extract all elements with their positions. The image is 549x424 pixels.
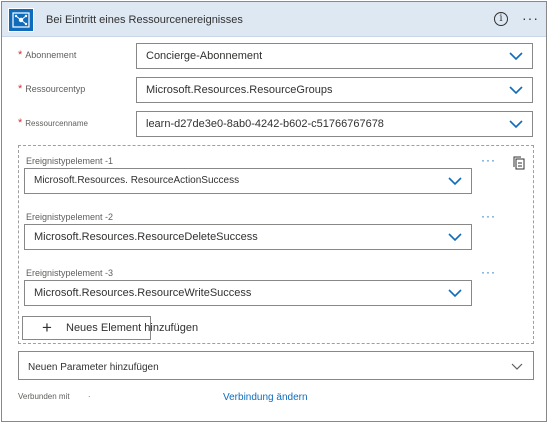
required-marker: *: [18, 83, 23, 95]
subscription-select[interactable]: Concierge-Abonnement: [136, 43, 533, 69]
chevron-down-icon: [509, 86, 523, 95]
trigger-card: Bei Eintritt eines Ressourcenereignisses…: [1, 1, 547, 422]
info-icon[interactable]: i: [494, 12, 508, 26]
event-item-value-1: Microsoft.Resources. ResourceActionSucce…: [34, 175, 240, 186]
event-item-select-2[interactable]: Microsoft.Resources.ResourceDeleteSucces…: [24, 224, 472, 250]
add-parameter-label: Neuen Parameter hinzufügen: [28, 362, 159, 373]
resource-type-value: Microsoft.Resources.ResourceGroups: [146, 84, 333, 96]
subscription-value: Concierge-Abonnement: [146, 50, 263, 62]
more-options-icon[interactable]: ···: [522, 10, 539, 26]
subscription-label: * Abonnement: [18, 49, 77, 61]
event-item-label-2: Ereignistypelement -2: [26, 212, 114, 222]
add-new-item-label: Neues Element hinzufügen: [66, 322, 199, 334]
connected-to-label: Verbunden mit ·: [18, 392, 91, 401]
copy-icon[interactable]: [511, 155, 527, 171]
required-marker: *: [18, 117, 23, 129]
event-grid-icon: [8, 8, 34, 32]
chevron-down-icon: [509, 120, 523, 129]
change-connection-link[interactable]: Verbindung ändern: [223, 392, 308, 403]
connection-separator: ·: [87, 392, 91, 401]
plus-icon: +: [42, 318, 52, 337]
trigger-header[interactable]: Bei Eintritt eines Ressourcenereignisses…: [2, 2, 546, 37]
event-item-select-3[interactable]: Microsoft.Resources.ResourceWriteSuccess: [24, 280, 472, 306]
add-parameter-dropdown[interactable]: Neuen Parameter hinzufügen: [18, 351, 534, 380]
event-item-select-1[interactable]: Microsoft.Resources. ResourceActionSucce…: [24, 168, 472, 194]
chevron-down-icon: [448, 233, 462, 242]
required-marker: *: [18, 49, 23, 61]
item-more-icon[interactable]: ···: [481, 265, 496, 279]
event-item-value-3: Microsoft.Resources.ResourceWriteSuccess: [34, 287, 252, 299]
resource-type-label: * Ressourcentyp: [18, 83, 86, 95]
item-more-icon[interactable]: ···: [481, 153, 496, 167]
add-new-item-button[interactable]: + Neues Element hinzufügen: [22, 316, 198, 340]
chevron-down-icon: [448, 289, 462, 298]
resource-type-select[interactable]: Microsoft.Resources.ResourceGroups: [136, 77, 533, 103]
chevron-down-icon: [448, 177, 462, 186]
resource-name-select[interactable]: learn-d27de3e0-8ab0-4242-b602-c517667676…: [136, 111, 533, 137]
trigger-title: Bei Eintritt eines Ressourcenereignisses: [46, 14, 243, 26]
event-item-label-1: Ereignistypelement -1: [26, 156, 114, 166]
chevron-down-icon: [511, 363, 523, 370]
resource-name-value: learn-d27de3e0-8ab0-4242-b602-c517667676…: [146, 118, 384, 130]
resource-name-label: * Ressourcenname: [18, 117, 88, 129]
item-more-icon[interactable]: ···: [481, 209, 496, 223]
event-item-value-2: Microsoft.Resources.ResourceDeleteSucces…: [34, 231, 258, 243]
chevron-down-icon: [509, 52, 523, 61]
event-item-label-3: Ereignistypelement -3: [26, 268, 114, 278]
